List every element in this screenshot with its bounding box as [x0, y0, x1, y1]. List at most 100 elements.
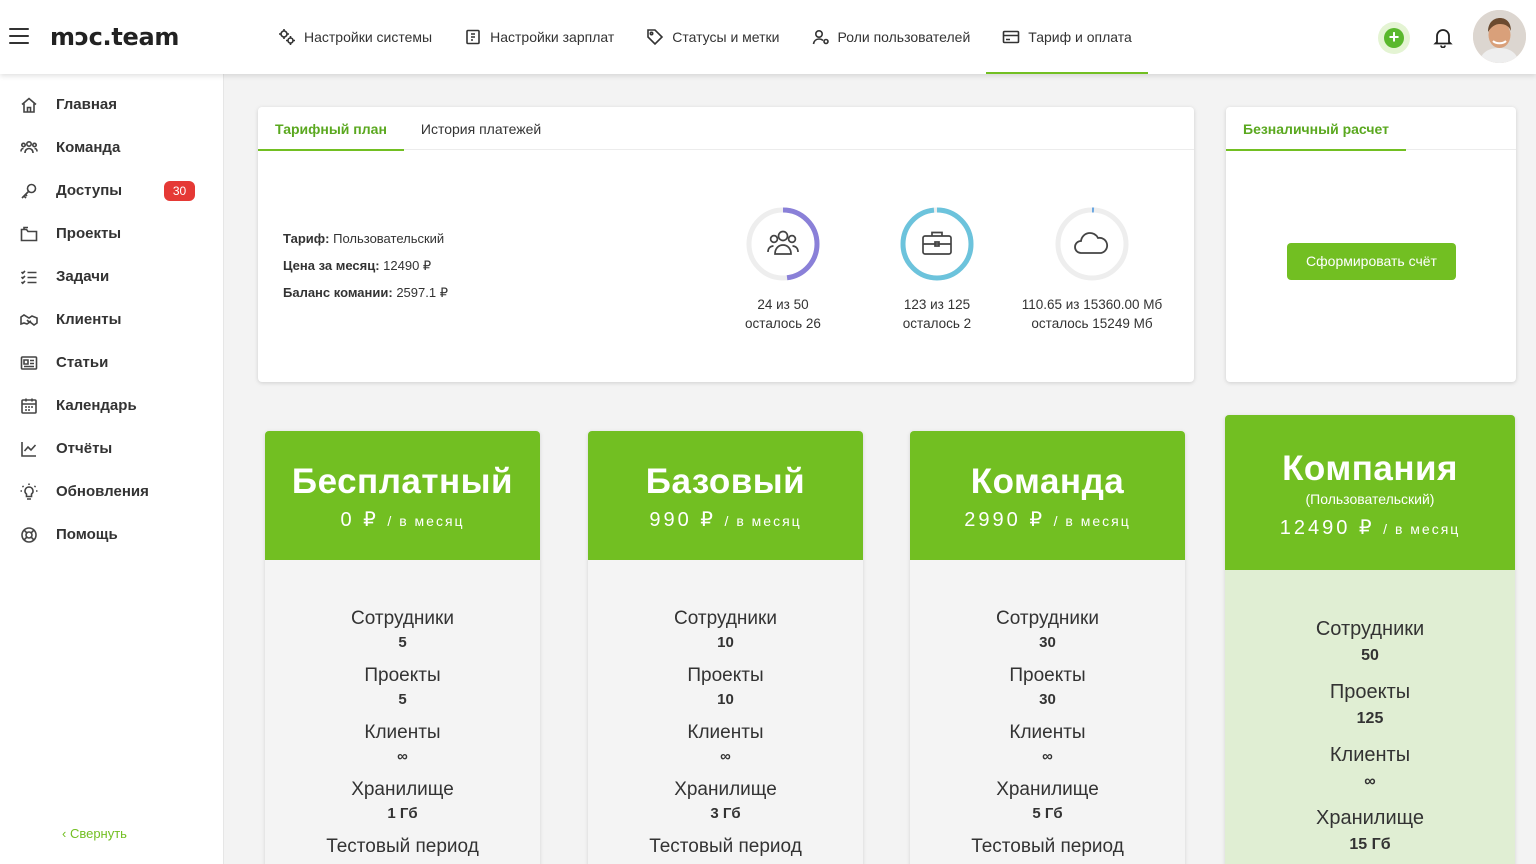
feature-value: 10 — [717, 691, 734, 708]
credit-card-icon — [1002, 30, 1020, 44]
tab-cashless-payment[interactable]: Безналичный расчет — [1226, 107, 1406, 151]
tab-payment-history[interactable]: История платежей — [404, 107, 558, 150]
feature-value: 5 — [398, 634, 407, 651]
usage-ring — [746, 207, 820, 281]
nav-system-settings[interactable]: Настройки системы — [262, 0, 448, 74]
usage-storage: 110.65 из 15360.00 Мб осталось 15249 Мб — [1012, 206, 1172, 333]
tariff-price-label: Цена за месяц: — [283, 258, 380, 273]
tab-tariff-plan[interactable]: Тарифный план — [258, 107, 404, 151]
sidebar-item-calendar[interactable]: Календарь — [0, 384, 224, 427]
tariff-card: Тарифный план История платежей Тариф: По… — [258, 107, 1194, 382]
plan-card-company[interactable]: Компания (Пользовательский) 12490 ₽ / в … — [1225, 415, 1515, 864]
add-button[interactable]: + — [1378, 22, 1410, 54]
nav-label: Настройки зарплат — [490, 29, 615, 45]
sidebar-item-label: Задачи — [56, 268, 110, 285]
nav-tariff-payment[interactable]: Тариф и оплата — [986, 0, 1148, 74]
plan-price: 990 ₽ / в месяц — [588, 507, 863, 532]
feature-value: 10 — [717, 634, 734, 651]
sidebar-item-access[interactable]: Доступы 30 — [0, 169, 224, 212]
sidebar-item-projects[interactable]: Проекты — [0, 212, 224, 255]
plan-header: Компания (Пользовательский) 12490 ₽ / в … — [1225, 415, 1515, 570]
feature-value: ∞ — [397, 748, 408, 765]
nav-user-roles[interactable]: Роли пользователей — [796, 0, 987, 74]
settings-icon — [279, 29, 295, 45]
collapse-sidebar-button[interactable]: ‹ Свернуть — [62, 826, 127, 841]
notifications-button[interactable] — [1432, 26, 1454, 53]
feature-label: Тестовый период — [649, 836, 802, 857]
plan-price-value: 0 ₽ — [340, 509, 379, 531]
menu-icon[interactable] — [9, 28, 29, 44]
sidebar-item-label: Обновления — [56, 483, 149, 500]
bell-icon — [1433, 29, 1453, 49]
feature-value: ∞ — [720, 748, 731, 765]
feature-value: 30 — [1039, 691, 1056, 708]
sidebar-item-label: Проекты — [56, 225, 122, 242]
plan-card-free[interactable]: Бесплатный 0 ₽ / в месяц Сотрудники 5 Про… — [265, 431, 540, 864]
calendar-icon — [21, 398, 37, 414]
feature-label: Клиенты — [364, 722, 441, 743]
nav-salary-settings[interactable]: Настройки зарплат — [448, 0, 630, 74]
plan-price-value: 2990 ₽ — [964, 509, 1046, 531]
feature-value: ∞ — [1364, 773, 1376, 790]
usage-projects-left: осталось 2 — [902, 316, 972, 331]
sidebar-item-articles[interactable]: Статьи — [0, 341, 224, 384]
sidebar-item-updates[interactable]: Обновления — [0, 470, 224, 513]
feature-label: Хранилище — [351, 779, 454, 800]
usage-employees-left: осталось 26 — [745, 316, 821, 331]
sidebar-item-label: Команда — [56, 139, 121, 156]
tariff-price-value: 12490 ₽ — [383, 258, 432, 273]
plan-name: Бесплатный — [291, 462, 514, 501]
sidebar-item-label: Доступы — [56, 182, 123, 199]
logo[interactable]: mɔc.team — [50, 23, 179, 51]
team-icon — [20, 140, 38, 153]
usage-employees: 24 из 50 осталось 26 — [703, 206, 863, 333]
sidebar-item-tasks[interactable]: Задачи — [0, 255, 224, 298]
billing-tabs: Безналичный расчет — [1226, 107, 1516, 151]
feature-label: Клиенты — [687, 722, 764, 743]
feature-value: 30 — [1039, 634, 1056, 651]
sidebar-item-team[interactable]: Команда — [0, 126, 224, 169]
feature-value: 50 — [1361, 647, 1379, 664]
top-bar: mɔc.team Настройки системы Настройки зар… — [0, 0, 1536, 74]
home-icon — [21, 96, 37, 113]
feature-value: 5 — [398, 691, 407, 708]
tasks-icon — [20, 269, 37, 284]
sidebar-item-home[interactable]: Главная — [0, 83, 224, 126]
nav-label: Статусы и метки — [672, 29, 780, 45]
sidebar: Главная Команда Доступы 30 Проекты Задач… — [0, 74, 224, 864]
salary-icon — [466, 29, 480, 45]
feature-label: Хранилище — [1316, 807, 1424, 829]
tariff-info: Тариф: Пользовательский Цена за месяц: 1… — [283, 225, 448, 306]
help-icon — [21, 526, 37, 543]
plan-name: Компания — [1282, 449, 1458, 488]
feature-label: Хранилище — [996, 779, 1099, 800]
usage-storage-amount: 110.65 из 15360.00 Мб — [1021, 297, 1163, 312]
plan-features: Сотрудники 10 Проекты 10 Клиенты ∞ Хранилищ… — [588, 560, 863, 858]
tariff-price-row: Цена за месяц: 12490 ₽ — [283, 252, 448, 279]
plan-card-team[interactable]: Команда 2990 ₽ / в месяц Сотрудники 30 Пр… — [910, 431, 1185, 864]
tariff-plan-row: Тариф: Пользовательский — [283, 225, 448, 252]
avatar[interactable] — [1473, 10, 1526, 63]
sidebar-item-reports[interactable]: Отчёты — [0, 427, 224, 470]
plan-header: Бесплатный 0 ₽ / в месяц — [265, 431, 540, 560]
sidebar-item-clients[interactable]: Клиенты — [0, 298, 224, 341]
plan-card-basic[interactable]: Базовый 990 ₽ / в месяц Сотрудники 10 Про… — [588, 431, 863, 864]
nav-statuses-tags[interactable]: Статусы и метки — [630, 0, 795, 74]
feature-label: Проекты — [687, 665, 764, 686]
plan-features: Сотрудники 5 Проекты 5 Клиенты ∞ Хранилище 1… — [265, 560, 540, 858]
nav-label: Роли пользователей — [837, 29, 971, 45]
sidebar-item-label: Клиенты — [56, 311, 122, 328]
sidebar-item-help[interactable]: Помощь — [0, 513, 224, 556]
generate-invoice-button[interactable]: Сформировать счёт — [1287, 243, 1456, 280]
tariff-balance-label: Баланс комании: — [283, 285, 393, 300]
feature-label: Проекты — [1009, 665, 1086, 686]
access-count-badge: 30 — [164, 180, 195, 201]
plan-period: / в месяц — [724, 513, 802, 529]
usage-employees-count: 24 из 50 — [757, 297, 809, 312]
feature-label: Клиенты — [1009, 722, 1086, 743]
sidebar-item-label: Статьи — [56, 354, 109, 371]
feature-label: Сотрудники — [1315, 618, 1425, 640]
sidebar-item-label: Главная — [56, 96, 118, 113]
usage-projects-count: 123 из 125 — [903, 297, 971, 312]
feature-value: 125 — [1356, 710, 1384, 727]
